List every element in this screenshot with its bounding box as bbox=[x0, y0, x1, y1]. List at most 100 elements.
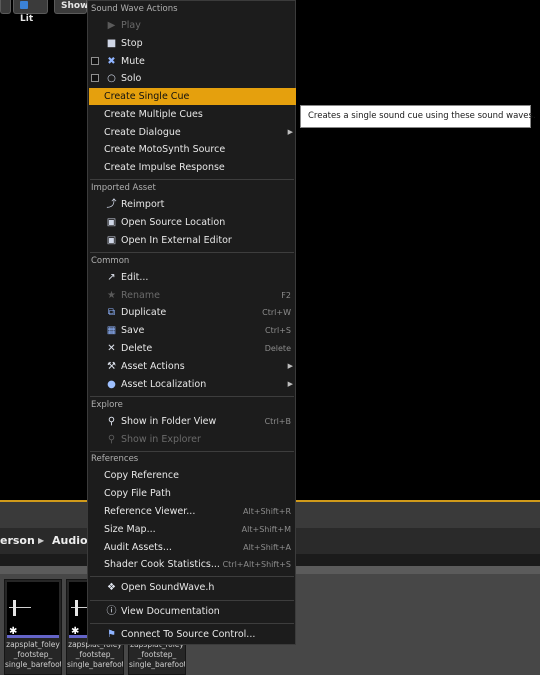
menu-item-label: Mute bbox=[121, 56, 145, 67]
folder-open-icon: ▣ bbox=[106, 217, 117, 228]
shortcut-label: Alt+Shift+R bbox=[243, 507, 291, 516]
menu-item-create-impulse-response[interactable]: Create Impulse Response bbox=[90, 159, 295, 176]
menu-item-label: Audit Assets... bbox=[104, 542, 172, 553]
menu-item-rename[interactable]: ★ Rename F2 bbox=[90, 287, 295, 304]
menu-item-label: Create MotoSynth Source bbox=[104, 144, 226, 155]
submenu-arrow-icon: ▶ bbox=[287, 128, 293, 136]
menu-item-label: Solo bbox=[121, 73, 142, 84]
submenu-arrow-icon: ▶ bbox=[287, 380, 293, 388]
solo-checkbox[interactable] bbox=[91, 74, 99, 82]
tooltip: Creates a single sound cue using these s… bbox=[300, 105, 536, 128]
menu-item-open-in-external-editor[interactable]: ▣ Open In External Editor bbox=[90, 232, 295, 249]
breadcrumb-arrow-icon[interactable]: ▶ bbox=[38, 528, 44, 554]
perspective-button[interactable] bbox=[0, 0, 11, 14]
menu-item-label: Size Map... bbox=[104, 524, 156, 535]
menu-item-label: Connect To Source Control... bbox=[121, 629, 256, 640]
mute-checkbox[interactable] bbox=[91, 57, 99, 65]
menu-item-duplicate[interactable]: ⧉ Duplicate Ctrl+W bbox=[90, 304, 295, 321]
lit-label: Lit bbox=[20, 14, 34, 24]
menu-item-save[interactable]: ▦ Save Ctrl+S bbox=[90, 322, 295, 339]
section-header-references: References bbox=[91, 454, 139, 464]
duplicate-icon: ⧉ bbox=[107, 307, 116, 318]
section-header-imported-asset: Imported Asset bbox=[91, 183, 156, 193]
shortcut-label: Alt+Shift+M bbox=[241, 525, 291, 534]
menu-item-label: Show in Explorer bbox=[121, 434, 201, 445]
menu-item-create-motosynth-source[interactable]: Create MotoSynth Source bbox=[90, 141, 295, 158]
menu-item-reference-viewer[interactable]: Reference Viewer... Alt+Shift+R bbox=[90, 503, 295, 520]
menu-item-solo[interactable]: ○ Solo bbox=[90, 70, 295, 87]
menu-item-label: Reference Viewer... bbox=[104, 506, 196, 517]
menu-item-copy-reference[interactable]: Copy Reference bbox=[90, 467, 295, 484]
code-file-icon: ❖ bbox=[107, 582, 116, 593]
save-icon: ▦ bbox=[106, 325, 117, 336]
menu-item-stop[interactable]: ■ Stop bbox=[90, 35, 295, 52]
menu-item-edit[interactable]: ↗ Edit... bbox=[90, 269, 295, 286]
menu-item-connect-to-source-control[interactable]: ⚑ Connect To Source Control... bbox=[90, 626, 295, 643]
stop-icon: ■ bbox=[106, 38, 117, 49]
menu-item-audit-assets[interactable]: Audit Assets... Alt+Shift+A bbox=[90, 539, 295, 556]
show-button[interactable]: Show bbox=[54, 0, 89, 14]
menu-item-label: Reimport bbox=[121, 199, 165, 210]
edit-icon: ↗ bbox=[107, 272, 116, 283]
shortcut-label: Ctrl+W bbox=[262, 308, 291, 317]
menu-item-label: Open In External Editor bbox=[121, 235, 232, 246]
menu-item-play[interactable]: ▶ Play bbox=[90, 17, 295, 34]
asset-tile[interactable]: ✱ zapsplat_foley _footstep_ single_baref… bbox=[4, 579, 62, 675]
shortcut-label: Ctrl+B bbox=[264, 417, 291, 426]
search-icon: ⚲ bbox=[107, 416, 116, 427]
menu-item-label: Delete bbox=[121, 343, 153, 354]
menu-item-asset-localization[interactable]: ● Asset Localization ▶ bbox=[90, 376, 295, 393]
menu-separator bbox=[90, 600, 294, 601]
rename-icon: ★ bbox=[107, 290, 116, 301]
menu-item-label: Open Source Location bbox=[121, 217, 226, 228]
menu-item-label: Shader Cook Statistics... bbox=[104, 559, 220, 570]
menu-item-label: Save bbox=[121, 325, 145, 336]
menu-item-show-in-explorer[interactable]: ⚲ Show in Explorer bbox=[90, 431, 295, 448]
menu-item-create-multiple-cues[interactable]: Create Multiple Cues bbox=[90, 106, 295, 123]
menu-item-label: Rename bbox=[121, 290, 160, 301]
shortcut-label: Alt+Shift+A bbox=[243, 543, 291, 552]
menu-item-delete[interactable]: ✕ Delete Delete bbox=[90, 340, 295, 357]
menu-item-open-soundwave-h[interactable]: ❖ Open SoundWave.h bbox=[90, 579, 295, 596]
breadcrumb-item-first[interactable]: erson bbox=[0, 528, 35, 554]
menu-item-copy-file-path[interactable]: Copy File Path bbox=[90, 485, 295, 502]
lit-sphere-icon bbox=[20, 1, 28, 9]
menu-item-view-documentation[interactable]: ⓘ View Documentation bbox=[90, 603, 295, 620]
menu-item-show-in-folder-view[interactable]: ⚲ Show in Folder View Ctrl+B bbox=[90, 413, 295, 430]
section-header-explore: Explore bbox=[91, 400, 123, 410]
menu-separator bbox=[90, 179, 294, 180]
section-header-common: Common bbox=[91, 256, 130, 266]
menu-item-label: Create Multiple Cues bbox=[104, 109, 203, 120]
wrench-icon: ⚒ bbox=[107, 361, 116, 372]
menu-item-asset-actions[interactable]: ⚒ Asset Actions ▶ bbox=[90, 358, 295, 375]
shortcut-label: Delete bbox=[264, 344, 291, 353]
asset-label: zapsplat_foley _footstep_ single_barefoo… bbox=[5, 640, 61, 669]
menu-item-label: Open SoundWave.h bbox=[121, 582, 215, 593]
menu-item-label: Create Dialogue bbox=[104, 127, 181, 138]
delete-icon: ✕ bbox=[107, 343, 116, 354]
menu-item-create-single-cue[interactable]: Create Single Cue bbox=[89, 88, 296, 105]
menu-separator bbox=[90, 252, 294, 253]
menu-item-label: Copy Reference bbox=[104, 470, 179, 481]
help-icon: ⓘ bbox=[106, 606, 117, 617]
asset-type-bar bbox=[7, 635, 59, 638]
breadcrumb-item-audio[interactable]: Audio bbox=[52, 528, 88, 554]
menu-item-label: Create Impulse Response bbox=[104, 162, 225, 173]
menu-item-reimport[interactable]: ⤴ Reimport bbox=[90, 196, 295, 213]
shortcut-label: Ctrl+Alt+Shift+S bbox=[222, 560, 291, 569]
menu-item-mute[interactable]: ✖ Mute bbox=[90, 53, 295, 70]
lit-view-mode-button[interactable]: Lit bbox=[13, 0, 48, 24]
show-label: Show bbox=[61, 1, 89, 11]
section-header-sound-wave-actions: Sound Wave Actions bbox=[91, 4, 178, 14]
menu-item-size-map[interactable]: Size Map... Alt+Shift+M bbox=[90, 521, 295, 538]
menu-item-create-dialogue[interactable]: Create Dialogue ▶ bbox=[90, 124, 295, 141]
shortcut-label: F2 bbox=[281, 291, 291, 300]
asset-context-menu: Sound Wave Actions ▶ Play ■ Stop ✖ Mute … bbox=[87, 0, 296, 645]
menu-item-label: View Documentation bbox=[121, 606, 220, 617]
source-control-icon: ⚑ bbox=[107, 629, 116, 640]
search-icon: ⚲ bbox=[107, 434, 116, 445]
menu-separator bbox=[90, 576, 294, 577]
menu-item-open-source-location[interactable]: ▣ Open Source Location bbox=[90, 214, 295, 231]
menu-item-label: Stop bbox=[121, 38, 143, 49]
menu-item-shader-cook-statistics[interactable]: Shader Cook Statistics... Ctrl+Alt+Shift… bbox=[90, 556, 295, 573]
